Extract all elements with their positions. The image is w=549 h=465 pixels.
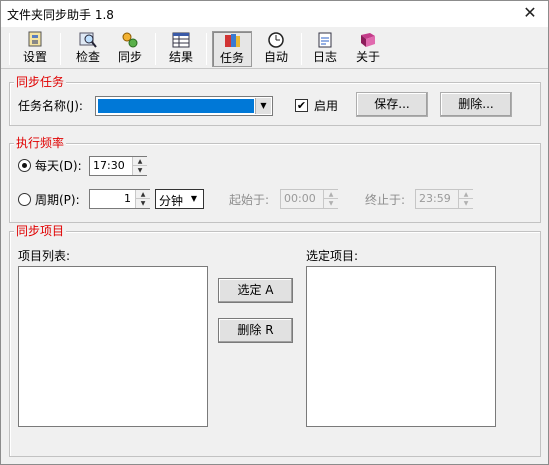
frequency-legend: 执行频率: [14, 136, 67, 150]
toolbar-inspect-button[interactable]: 检查: [71, 31, 105, 67]
toolbar-sync-button[interactable]: 同步: [115, 31, 145, 67]
period-value-spinner[interactable]: 1 ▲ ▼: [89, 189, 150, 209]
enable-checkbox[interactable]: ✔: [295, 99, 308, 112]
task-name-selection: [98, 99, 254, 113]
daily-time-value: 17:30: [93, 159, 125, 172]
toolbar-settings-button[interactable]: 设置: [17, 31, 53, 67]
period-radio[interactable]: [18, 193, 31, 206]
remove-item-button[interactable]: 删除 R: [218, 318, 293, 343]
settings-icon: [28, 31, 42, 47]
task-icon: [225, 34, 240, 47]
toolbar: 设置 检查 同步 结果 任务 自动 日志 关于: [1, 27, 548, 69]
enable-label: 启用: [314, 99, 339, 113]
toolbar-results-button[interactable]: 结果: [166, 31, 196, 67]
chevron-down-icon[interactable]: ▼: [255, 98, 271, 114]
toolbar-task-button[interactable]: 任务: [212, 31, 252, 67]
title-bar: 文件夹同步助手 1.8 ✕: [1, 1, 548, 27]
spin-up-icon[interactable]: ▲: [459, 190, 473, 199]
results-icon: [172, 32, 190, 48]
sync-items-group: 同步项目 项目列表: 选定 A 删除 R 选定项目:: [9, 224, 541, 457]
sync-task-group: 同步任务 任务名称(J): ▼ ✔ 启用 保存... 删除...: [9, 75, 541, 126]
period-label: 周期(P):: [35, 193, 80, 207]
save-button[interactable]: 保存...: [356, 92, 428, 117]
sync-items-legend: 同步项目: [14, 224, 67, 238]
daily-radio[interactable]: [18, 159, 31, 172]
period-unit-value: 分钟: [159, 194, 184, 208]
period-value: 1: [124, 192, 131, 205]
start-time-label: 起始于:: [229, 193, 270, 207]
delete-task-button[interactable]: 删除...: [440, 92, 512, 117]
spin-up-icon[interactable]: ▲: [133, 157, 147, 166]
daily-label: 每天(D):: [35, 159, 82, 173]
app-window: 文件夹同步助手 1.8 ✕ 设置 检查 同步 结果 任务 自动 日志 关于 同步…: [0, 0, 549, 465]
select-item-button[interactable]: 选定 A: [218, 278, 293, 303]
clock-icon: [268, 32, 284, 48]
selected-items-box[interactable]: [306, 266, 496, 427]
task-name-label: 任务名称(J):: [18, 99, 83, 113]
chevron-down-icon[interactable]: ▼: [186, 191, 202, 207]
spin-down-icon[interactable]: ▼: [324, 199, 338, 208]
log-icon: [318, 32, 332, 48]
end-time-spinner[interactable]: 23:59 ▲ ▼: [415, 189, 473, 209]
spin-down-icon[interactable]: ▼: [136, 199, 150, 208]
end-time-value: 23:59: [419, 192, 451, 205]
start-time-spinner[interactable]: 00:00 ▲ ▼: [280, 189, 338, 209]
task-name-combobox[interactable]: ▼: [95, 96, 273, 116]
item-list-label: 项目列表:: [18, 249, 71, 263]
inspect-icon: [79, 32, 97, 48]
close-button[interactable]: ✕: [512, 1, 548, 27]
sync-task-legend: 同步任务: [14, 75, 67, 89]
window-title: 文件夹同步助手 1.8: [7, 8, 114, 22]
frequency-group: 执行频率 每天(D): 17:30 ▲ ▼ 周期(P): 1 ▲ ▼ 分钟 ▼ …: [9, 136, 541, 223]
end-time-label: 终止于:: [365, 193, 406, 207]
daily-time-spinner[interactable]: 17:30 ▲ ▼: [89, 156, 147, 176]
spin-down-icon[interactable]: ▼: [133, 166, 147, 175]
start-time-value: 00:00: [284, 192, 316, 205]
about-icon: [361, 33, 375, 47]
toolbar-log-button[interactable]: 日志: [310, 31, 340, 67]
sync-icon: [122, 32, 138, 48]
toolbar-auto-button[interactable]: 自动: [259, 31, 293, 67]
item-list-box[interactable]: [18, 266, 208, 427]
period-unit-combobox[interactable]: 分钟 ▼: [155, 189, 204, 209]
toolbar-about-button[interactable]: 关于: [353, 31, 383, 67]
spin-down-icon[interactable]: ▼: [459, 199, 473, 208]
spin-up-icon[interactable]: ▲: [136, 190, 150, 199]
spin-up-icon[interactable]: ▲: [324, 190, 338, 199]
selected-items-label: 选定项目:: [306, 249, 359, 263]
